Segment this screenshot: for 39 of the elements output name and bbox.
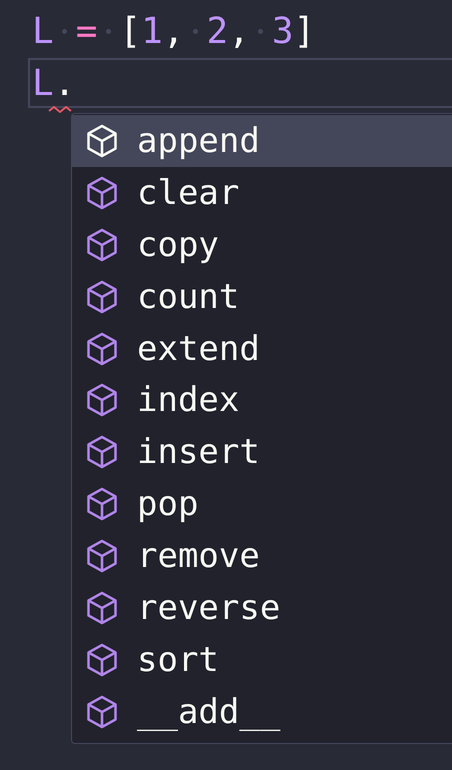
cube-icon	[84, 486, 120, 522]
code-token: ,	[162, 10, 184, 52]
code-token: 1	[141, 10, 163, 52]
suggestion-item[interactable]: pop	[72, 478, 452, 530]
suggestion-item[interactable]: copy	[72, 218, 452, 271]
whitespace-dot-icon	[62, 28, 68, 34]
code-token: .	[54, 62, 76, 104]
suggestion-item[interactable]: reverse	[72, 582, 452, 634]
suggestion-item[interactable]: append	[72, 115, 452, 167]
cube-icon	[84, 538, 120, 574]
cube-icon	[84, 434, 120, 470]
suggestion-item[interactable]: remove	[72, 530, 452, 582]
cube-icon	[84, 382, 120, 418]
whitespace-dot-icon	[106, 28, 111, 34]
code-token: ]	[294, 10, 316, 52]
code-token: 3	[272, 10, 294, 52]
cube-icon	[84, 122, 120, 159]
suggestion-item[interactable]: clear	[72, 166, 452, 219]
code-token: ,	[228, 10, 250, 52]
cube-icon	[84, 642, 120, 678]
suggestion-item[interactable]: sort	[72, 634, 452, 686]
suggestion-item[interactable]: __add__	[72, 686, 452, 738]
code-token: L	[32, 10, 54, 52]
whitespace-dot-icon	[258, 28, 264, 34]
suggestion-item[interactable]: extend	[72, 322, 452, 374]
cube-icon	[84, 694, 120, 730]
code-token: =	[76, 10, 98, 52]
suggestion-item[interactable]: index	[72, 374, 452, 426]
cube-icon	[84, 174, 120, 211]
code-token: 2	[206, 10, 228, 52]
code-token: L	[32, 62, 54, 104]
cube-icon	[84, 226, 120, 263]
suggestion-item[interactable]: insert	[72, 426, 452, 478]
suggestion-item[interactable]: count	[72, 270, 452, 323]
cube-icon	[84, 590, 120, 626]
code-token: [	[119, 10, 142, 52]
cube-icon	[84, 330, 120, 366]
cube-icon	[84, 278, 120, 315]
whitespace-dot-icon	[192, 28, 198, 34]
